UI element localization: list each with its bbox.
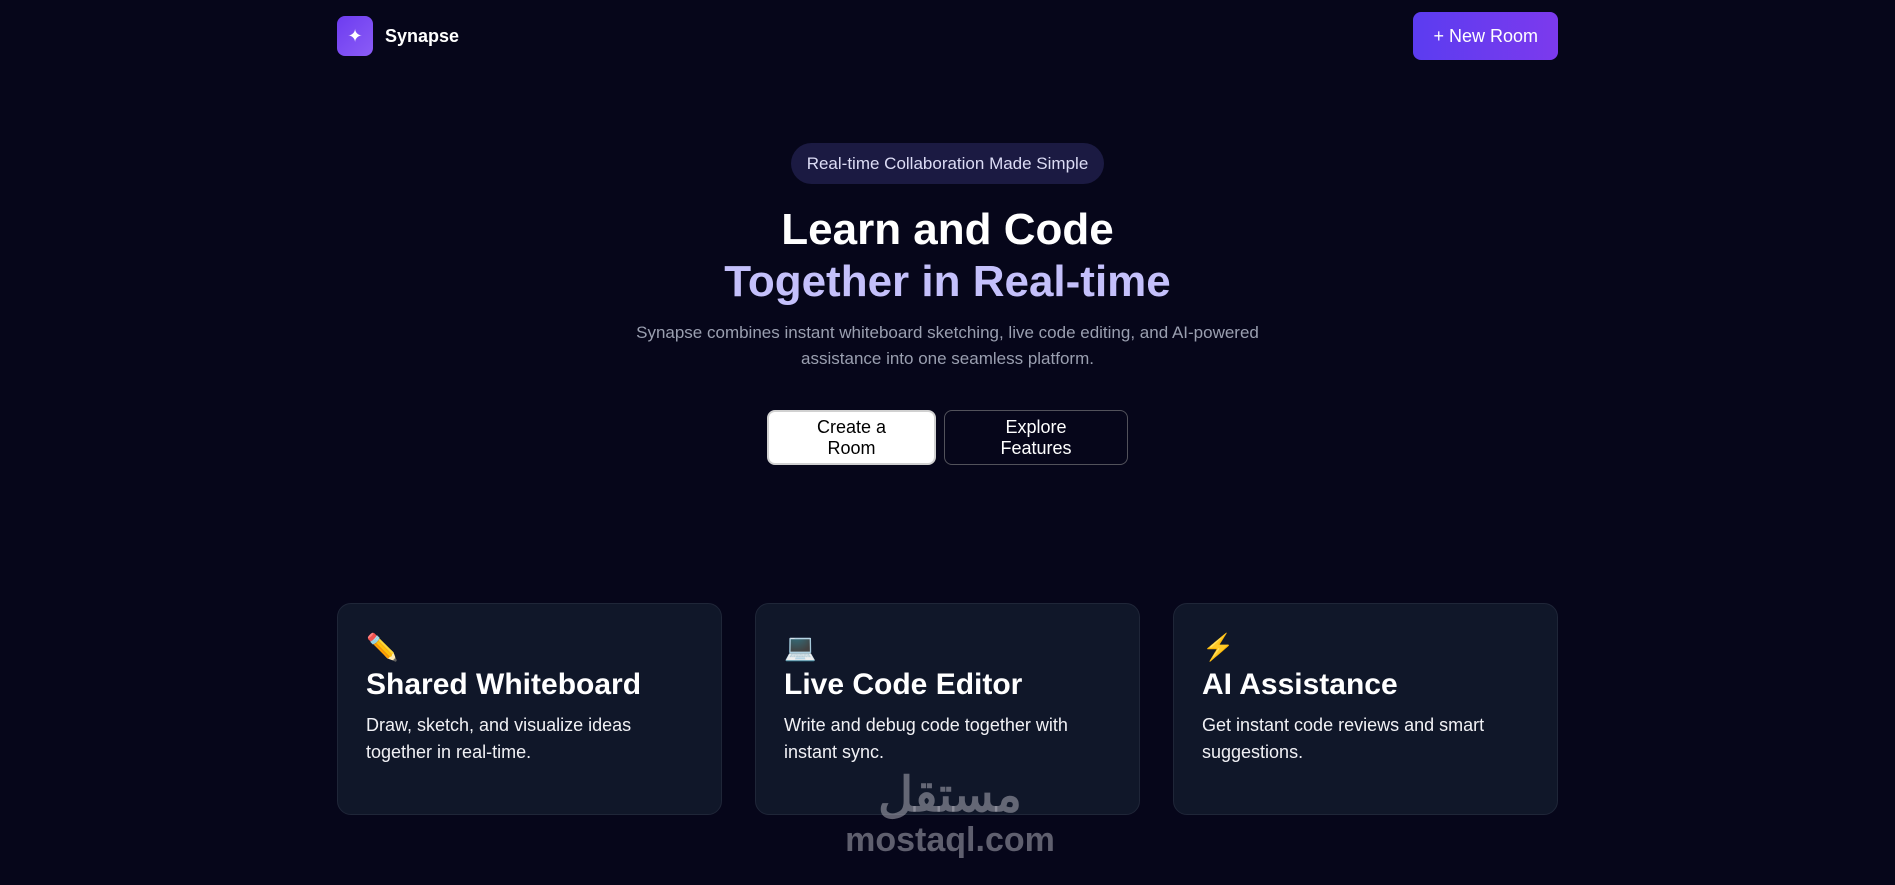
new-room-button[interactable]: + New Room (1413, 12, 1558, 60)
laptop-icon: 💻 (784, 632, 817, 662)
watermark-domain: mostaql.com (845, 821, 1055, 859)
lightning-icon: ⚡ (1202, 632, 1235, 662)
feature-title: Shared Whiteboard (366, 668, 642, 701)
feature-title: AI Assistance (1202, 668, 1398, 701)
landing-page: ✦ Synapse + New Room Real-time Collabora… (0, 0, 1895, 885)
feature-description: Write and debug code together with insta… (784, 715, 1068, 762)
pencil-icon: ✏️ (366, 632, 399, 662)
top-nav: ✦ Synapse + New Room (337, 12, 1558, 60)
hero-section: Real-time Collaboration Made Simple Lear… (0, 143, 1895, 465)
watermark: مستقل mostaql.com (830, 769, 1070, 859)
feature-description: Get instant code reviews and smart sugge… (1202, 715, 1485, 762)
hero-subtitle: Synapse combines instant whiteboard sket… (636, 323, 1259, 368)
brand-name: Synapse (385, 25, 460, 46)
sparkle-icon: ✦ (337, 16, 373, 56)
explore-features-button[interactable]: Explore Features (944, 410, 1128, 465)
create-room-button[interactable]: Create a Room (767, 410, 936, 465)
feature-card-whiteboard: ✏️ Shared Whiteboard Draw, sketch, and v… (337, 603, 722, 815)
watermark-arabic: مستقل (878, 769, 1022, 822)
hero-badge: Real-time Collaboration Made Simple (790, 143, 1105, 184)
feature-description: Draw, sketch, and visualize ideas togeth… (366, 715, 632, 762)
feature-title: Live Code Editor (784, 668, 1023, 701)
hero-title-line1: Learn and Code (781, 205, 1114, 254)
hero-actions: Create a Room Explore Features (0, 410, 1895, 465)
hero-title-line2: Together in Real-time (724, 257, 1171, 306)
feature-card-ai: ⚡ AI Assistance Get instant code reviews… (1173, 603, 1558, 815)
brand[interactable]: ✦ Synapse (337, 16, 459, 56)
